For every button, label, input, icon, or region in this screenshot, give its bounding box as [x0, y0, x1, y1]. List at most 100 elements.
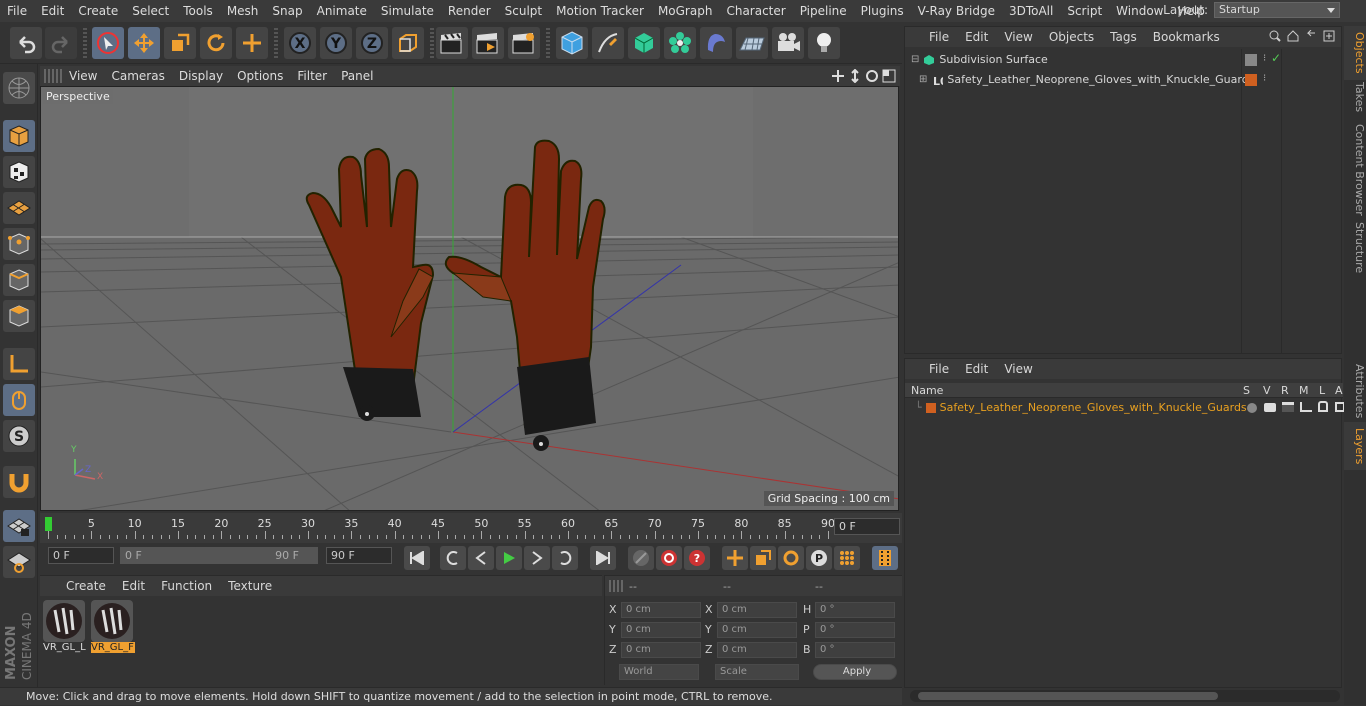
render-dot-icon[interactable]: ⁝	[1263, 73, 1266, 84]
undo-button[interactable]	[10, 27, 42, 59]
rotation-b-field[interactable]: 0 °	[815, 642, 895, 658]
new-view-icon[interactable]	[1323, 30, 1335, 42]
menu-pipeline[interactable]: Pipeline	[793, 4, 854, 18]
menu-tools[interactable]: Tools	[176, 4, 220, 18]
tab-takes[interactable]: Takes	[1344, 76, 1366, 118]
render-picture-viewer-button[interactable]	[472, 27, 504, 59]
x-axis-lock-button[interactable]: X	[284, 27, 316, 59]
edges-mode-button[interactable]	[3, 264, 35, 296]
object-menu-view[interactable]: View	[996, 30, 1040, 44]
key-rotation-button[interactable]	[778, 546, 804, 570]
playhead[interactable]	[45, 517, 52, 531]
subdivision-surface-button[interactable]	[628, 27, 660, 59]
object-menu-objects[interactable]: Objects	[1041, 30, 1102, 44]
enabled-check-icon[interactable]: ✓	[1271, 51, 1281, 65]
render-settings-button[interactable]	[508, 27, 540, 59]
search-icon[interactable]	[1269, 30, 1281, 42]
polygons-mode-button[interactable]	[3, 300, 35, 332]
object-menu-file[interactable]: File	[921, 30, 957, 44]
cube-object-button[interactable]	[556, 27, 588, 59]
deformer-button[interactable]	[700, 27, 732, 59]
tab-structure[interactable]: Structure	[1344, 216, 1366, 279]
layer-color-swatch[interactable]	[1245, 74, 1257, 86]
material-swatch-selected[interactable]: VR_GL_F	[91, 600, 135, 653]
size-z-field[interactable]: 0 cm	[717, 642, 797, 658]
tab-layers[interactable]: Layers	[1344, 422, 1366, 471]
collapse-toggle-icon[interactable]: ⊟	[911, 54, 919, 65]
transform-tool-button[interactable]	[236, 27, 268, 59]
end-frame-field[interactable]: 90 F	[326, 547, 392, 564]
material-swatch[interactable]: VR_GL_L	[43, 600, 86, 653]
viewport-pan-icon[interactable]	[831, 69, 845, 83]
position-z-field[interactable]: 0 cm	[621, 642, 701, 658]
preview-range-slider[interactable]: 0 F 90 F	[120, 547, 318, 564]
column-render[interactable]: R	[1281, 384, 1289, 397]
scale-mode-select[interactable]: Scale	[715, 664, 799, 680]
viewport-menu-options[interactable]: Options	[230, 69, 290, 83]
menu-sculpt[interactable]: Sculpt	[498, 4, 549, 18]
layer-color-swatch[interactable]	[925, 402, 936, 413]
size-y-field[interactable]: 0 cm	[717, 622, 797, 638]
viewport-menu-view[interactable]: View	[62, 69, 104, 83]
record-active-button[interactable]	[656, 546, 682, 570]
autokey-button[interactable]: ?	[684, 546, 710, 570]
menu-select[interactable]: Select	[125, 4, 176, 18]
menu-motion-tracker[interactable]: Motion Tracker	[549, 4, 651, 18]
panel-grip[interactable]	[609, 580, 623, 592]
scale-tool-button[interactable]	[164, 27, 196, 59]
scrollbar-thumb[interactable]	[918, 692, 1218, 700]
viewport-menu-cameras[interactable]: Cameras	[104, 69, 171, 83]
key-parameter-button[interactable]: P	[806, 546, 832, 570]
render-clapper-icon[interactable]	[1282, 402, 1294, 412]
model-mode-button[interactable]	[3, 120, 35, 152]
tab-attributes[interactable]: Attributes	[1344, 358, 1366, 424]
viewport-menu-panel[interactable]: Panel	[334, 69, 380, 83]
column-visible[interactable]: V	[1263, 384, 1271, 397]
object-name[interactable]: Safety_Leather_Neoprene_Gloves_with_Knuc…	[947, 73, 1254, 86]
rotation-h-field[interactable]: 0 °	[815, 602, 895, 618]
menu-script[interactable]: Script	[1060, 4, 1109, 18]
layer-menu-edit[interactable]: Edit	[957, 362, 996, 376]
material-menu-texture[interactable]: Texture	[220, 579, 280, 593]
pen-spline-button[interactable]	[592, 27, 624, 59]
object-row-subdivision-surface[interactable]: ⊟ Subdivision Surface	[911, 53, 1048, 66]
apply-button[interactable]: Apply	[813, 664, 897, 680]
size-x-field[interactable]: 0 cm	[717, 602, 797, 618]
menu-file[interactable]: File	[0, 4, 34, 18]
record-keys-disabled-button[interactable]	[628, 546, 654, 570]
eye-visible-icon[interactable]	[1264, 403, 1276, 412]
layer-menu-file[interactable]: File	[921, 362, 957, 376]
viewport-maximize-icon[interactable]	[882, 69, 896, 83]
coordinate-mode-select[interactable]: World	[619, 664, 699, 680]
solo-toggle-icon[interactable]	[1247, 403, 1257, 413]
enable-axis-button[interactable]	[3, 348, 35, 380]
floor-button[interactable]	[736, 27, 768, 59]
expand-toggle-icon[interactable]: ⊞	[919, 74, 927, 85]
layer-row[interactable]: └ Safety_Leather_Neoprene_Gloves_with_Kn…	[915, 401, 1247, 414]
column-name[interactable]: Name	[911, 384, 943, 397]
object-menu-bookmarks[interactable]: Bookmarks	[1145, 30, 1228, 44]
planar-workplane-button[interactable]	[3, 546, 35, 578]
viewport-orbit-icon[interactable]	[865, 69, 879, 83]
layout-select[interactable]: Startup	[1214, 2, 1340, 18]
live-selection-button[interactable]	[92, 27, 124, 59]
timeline-window-button[interactable]	[872, 546, 898, 570]
make-editable-button[interactable]	[3, 72, 35, 104]
perspective-viewport[interactable]: Y X Z Perspective Grid Spacing : 100 cm	[40, 86, 899, 511]
y-axis-lock-button[interactable]: Y	[320, 27, 352, 59]
points-mode-button[interactable]	[3, 228, 35, 260]
goto-end-button[interactable]	[590, 546, 616, 570]
timeline[interactable]: 051015202530354045505560657075808590 0 F	[40, 513, 902, 543]
rotation-p-field[interactable]: 0 °	[815, 622, 895, 638]
coordinate-system-button[interactable]	[392, 27, 424, 59]
layer-name[interactable]: Safety_Leather_Neoprene_Gloves_with_Knuc…	[940, 401, 1247, 414]
layer-horizontal-scrollbar[interactable]	[910, 690, 1340, 702]
position-y-field[interactable]: 0 cm	[621, 622, 701, 638]
redo-button[interactable]	[45, 27, 77, 59]
menu-mograph[interactable]: MoGraph	[651, 4, 720, 18]
menu-snap[interactable]: Snap	[265, 4, 309, 18]
play-button[interactable]	[496, 546, 522, 570]
material-menu-edit[interactable]: Edit	[114, 579, 153, 593]
menu-3dtoall[interactable]: 3DToAll	[1002, 4, 1060, 18]
rotate-tool-button[interactable]	[200, 27, 232, 59]
